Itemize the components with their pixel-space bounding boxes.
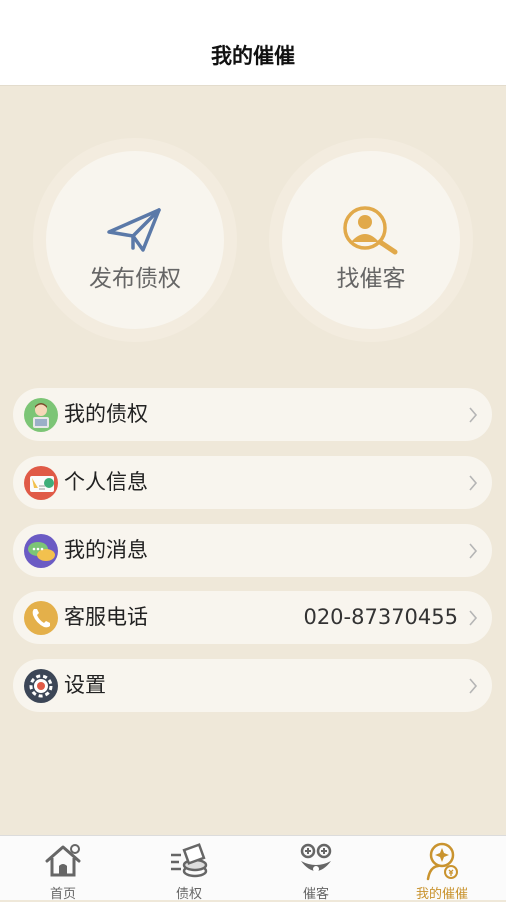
tab-home[interactable]: 首页 xyxy=(0,836,126,902)
person-search-icon xyxy=(343,206,398,255)
menu-label: 个人信息 xyxy=(64,470,148,494)
menu-label: 我的债权 xyxy=(64,402,148,426)
collector-face-icon xyxy=(300,843,332,872)
page-title: 我的催催 xyxy=(211,44,295,68)
chevron-right-icon xyxy=(469,543,478,559)
menu-item-settings[interactable]: 设置 xyxy=(13,659,492,712)
nav-header: 我的催催 xyxy=(0,0,506,86)
tab-label: 催客 xyxy=(302,887,329,902)
tab-label: 我的催催 xyxy=(415,887,468,902)
chevron-right-icon xyxy=(469,407,478,423)
tab-my-cuicui[interactable]: 我的催催 xyxy=(379,836,505,902)
phone-number: 020-87370455 xyxy=(303,605,458,629)
tab-label: 债权 xyxy=(175,887,202,902)
chevron-right-icon xyxy=(469,678,478,694)
gear-icon xyxy=(24,669,58,703)
chevron-right-icon xyxy=(469,610,478,626)
menu-item-customer-service[interactable]: 客服电话 020-87370455 xyxy=(13,591,492,644)
menu-label: 设置 xyxy=(64,673,106,697)
profile-star-icon xyxy=(426,842,458,881)
find-collector-label: 找催客 xyxy=(336,266,406,292)
menu-item-my-debts[interactable]: 我的债权 xyxy=(13,388,492,441)
phone-icon xyxy=(24,601,58,635)
menu-item-personal-info[interactable]: 个人信息 xyxy=(13,456,492,509)
chevron-right-icon xyxy=(469,475,478,491)
paper-plane-icon xyxy=(107,208,161,252)
tab-bar: 首页 债权 催客 我的催催 xyxy=(0,835,506,902)
publish-debt-label: 发布债权 xyxy=(89,266,181,292)
find-collector-button[interactable]: 找催客 xyxy=(269,138,473,342)
menu-label: 客服电话 xyxy=(64,605,148,629)
menu-label: 我的消息 xyxy=(64,538,148,562)
debt-icon xyxy=(171,843,208,878)
chat-bubble-icon xyxy=(24,534,58,568)
home-icon xyxy=(45,844,81,877)
publish-debt-button[interactable]: 发布债权 xyxy=(33,138,237,342)
tab-collectors[interactable]: 催客 xyxy=(253,836,379,902)
id-card-icon xyxy=(24,466,58,500)
user-avatar-icon xyxy=(24,398,58,432)
menu-item-my-messages[interactable]: 我的消息 xyxy=(13,524,492,577)
tab-label: 首页 xyxy=(49,887,76,902)
tab-debts[interactable]: 债权 xyxy=(126,836,252,902)
